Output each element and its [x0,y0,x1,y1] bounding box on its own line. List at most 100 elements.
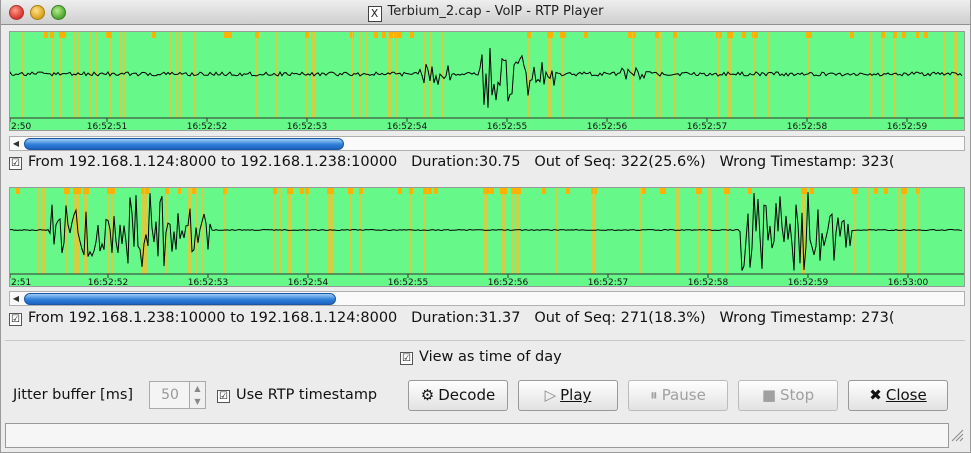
stream-1-checkbox[interactable]: ☑ [9,157,22,170]
view-time-of-day-checkbox[interactable]: ☑ [400,352,413,365]
play-button[interactable]: ▷ Play [518,380,618,411]
stream-1-duration: Duration:30.75 [411,154,521,170]
stream-2-duration: Duration:31.37 [411,310,521,326]
time-label-9: 16:52:58 [787,122,828,130]
waveform-trace [10,47,963,108]
stream-2-checkbox[interactable]: ☑ [9,313,22,326]
gear-icon: ⚙ [420,386,435,404]
packet-marker-top-59 [881,32,885,38]
packet-marker-5 [917,32,918,118]
packet-marker-top-67 [515,188,521,194]
packet-marker-83 [919,32,920,118]
packet-marker-top-39 [410,32,414,38]
packet-marker-top-26 [852,188,858,194]
packet-marker-49 [176,32,177,118]
packet-marker-63 [349,188,350,274]
packet-marker-79 [491,188,492,274]
pause-icon: ⏸ [650,386,658,404]
scroll-left-icon[interactable]: ◀ [10,137,22,150]
packet-marker-top-35 [527,32,531,38]
separator [5,340,965,341]
jitter-buffer-input[interactable]: 50 [149,381,191,409]
stream-1-out-of-seq: Out of Seq: 322(25.6%) [534,154,706,170]
scroll-left-icon[interactable]: ◀ [10,292,22,305]
packet-marker-top-48 [374,32,378,38]
packet-marker-39 [411,32,412,118]
packet-marker-top-10 [111,188,115,194]
packet-marker-top-27 [107,188,111,194]
title-bar: X Terbium_2.cap - VoIP - RTP Player [1,0,970,25]
play-icon: ▷ [544,386,557,404]
pause-button[interactable]: ⏸ Pause [628,380,728,411]
packet-marker-top-79 [50,32,54,38]
packet-marker-45 [585,188,586,274]
packet-marker-61 [933,32,934,118]
packet-marker-47 [388,32,389,118]
packet-marker-top-81 [349,188,353,194]
resize-grip-icon[interactable] [950,428,964,442]
packet-marker-top-15 [584,32,588,38]
packet-marker-64 [711,188,712,274]
scroll-thumb-stream-2[interactable] [24,293,336,305]
rtp-player-window: X Terbium_2.cap - VoIP - RTP Player 2:50 1… [0,0,971,453]
packet-marker-21 [424,188,425,274]
packet-marker-45 [169,32,172,118]
scroll-thumb-stream-1[interactable] [24,138,344,150]
view-time-of-day-option[interactable]: ☑ View as time of day [400,349,562,365]
view-time-of-day-label: View as time of day [419,349,562,365]
stop-button[interactable]: ■ Stop [738,380,838,411]
packet-marker-41 [224,188,225,274]
packet-marker-36 [673,188,674,274]
time-label-1: 2:51 [11,278,31,286]
packet-marker-53 [885,188,886,274]
stream-1-info: ☑ From 192.168.1.124:8000 to 192.168.1.23… [9,154,963,174]
scrollbar-stream-1[interactable]: ◀ [9,136,965,151]
close-icon: ✖ [869,386,882,404]
packet-marker-1 [695,188,696,274]
packet-marker-top-75 [428,188,432,194]
packet-marker-76 [603,32,604,118]
packet-marker-80 [390,32,391,118]
packet-marker-35 [528,32,529,118]
packet-marker-15 [661,188,662,274]
packet-marker-41 [22,32,23,118]
packet-marker-top-78 [874,188,878,194]
packet-marker-top-38 [483,188,489,194]
scrollbar-stream-2[interactable]: ◀ [9,291,965,306]
packet-marker-2 [639,188,642,274]
packet-marker-7 [256,32,257,118]
packet-marker-61 [410,188,411,274]
use-rtp-timestamp-option[interactable]: ☑ Use RTP timestamp [217,387,377,403]
packet-marker-top-59 [145,188,149,194]
packet-marker-top-61 [409,188,413,194]
close-button[interactable]: ✖ Close [848,380,948,411]
jitter-buffer-label: Jitter buffer [ms] [13,387,134,403]
packet-marker-82 [903,32,904,118]
use-rtp-timestamp-label: Use RTP timestamp [236,387,378,403]
use-rtp-timestamp-checkbox[interactable]: ☑ [217,390,230,403]
waveform-stream-1[interactable]: 2:50 16:52:51 16:52:52 16:52:53 16:52:54 16:5… [9,31,965,131]
packet-marker-86 [953,32,954,118]
packet-marker-top-43 [566,188,570,194]
packet-marker-top-13 [511,188,515,194]
packet-marker-73 [543,188,544,274]
packet-marker-19 [301,188,302,274]
status-bar [5,423,949,448]
packet-marker-top-11 [806,32,812,38]
packet-marker-82 [435,188,436,274]
decode-button[interactable]: ⚙ Decode [408,380,508,411]
time-label-2: 16:52:52 [88,278,128,286]
time-label-8: 16:52:58 [688,278,729,286]
packet-marker-86 [594,188,595,274]
packet-marker-top-22 [165,188,169,194]
packet-marker-66 [399,188,400,274]
packet-marker-27 [656,32,657,118]
packet-marker-14 [366,32,367,118]
packet-marker-top-20 [850,32,854,38]
packet-marker-31 [592,188,593,274]
jitter-buffer-stepper[interactable]: ▲ ▼ [189,381,206,409]
packet-marker-28 [107,32,108,118]
waveform-stream-2[interactable]: 2:51 16:52:52 16:52:53 16:52:54 16:52:55 16:5… [9,187,965,287]
packet-marker-top-7 [255,32,259,38]
packet-marker-48 [375,32,376,118]
